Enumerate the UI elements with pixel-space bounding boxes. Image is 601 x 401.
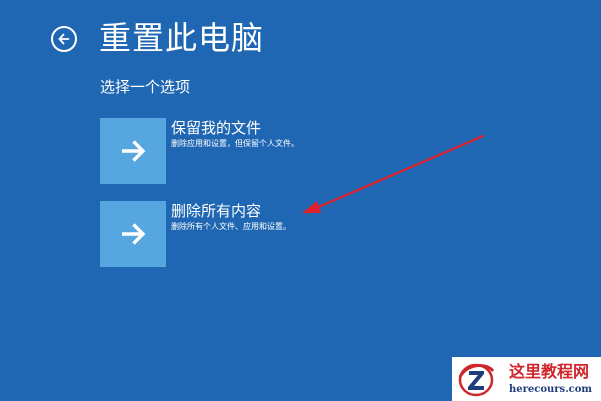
option-title: 删除所有内容	[171, 202, 262, 220]
option-tile[interactable]	[100, 118, 166, 184]
arrow-right-icon	[122, 140, 146, 162]
watermark-name: 这里教程网	[509, 362, 590, 381]
option-tile[interactable]	[100, 201, 166, 267]
z-logo-icon	[458, 363, 495, 397]
arrow-right-icon	[122, 223, 146, 245]
option-description: 删除所有个人文件、应用和设置。	[171, 222, 291, 231]
back-button[interactable]	[51, 26, 77, 52]
keep-my-files-option[interactable]: 保留我的文件 删除应用和设置，但保留个人文件。	[100, 118, 500, 184]
remove-everything-option[interactable]: 删除所有内容 删除所有个人文件、应用和设置。	[100, 201, 500, 267]
option-description: 删除应用和设置，但保留个人文件。	[171, 139, 299, 148]
page-subtitle: 选择一个选项	[100, 78, 191, 96]
back-arrow-icon	[58, 33, 70, 45]
page-title: 重置此电脑	[99, 19, 265, 57]
reset-pc-screen: 重置此电脑 选择一个选项 保留我的文件 删除应用和设置，但保留个人文件。 删除所…	[0, 0, 601, 401]
watermark-domain: herecours.com	[509, 384, 593, 395]
watermark: 这里教程网 herecours.com	[452, 357, 601, 401]
option-title: 保留我的文件	[171, 119, 262, 137]
